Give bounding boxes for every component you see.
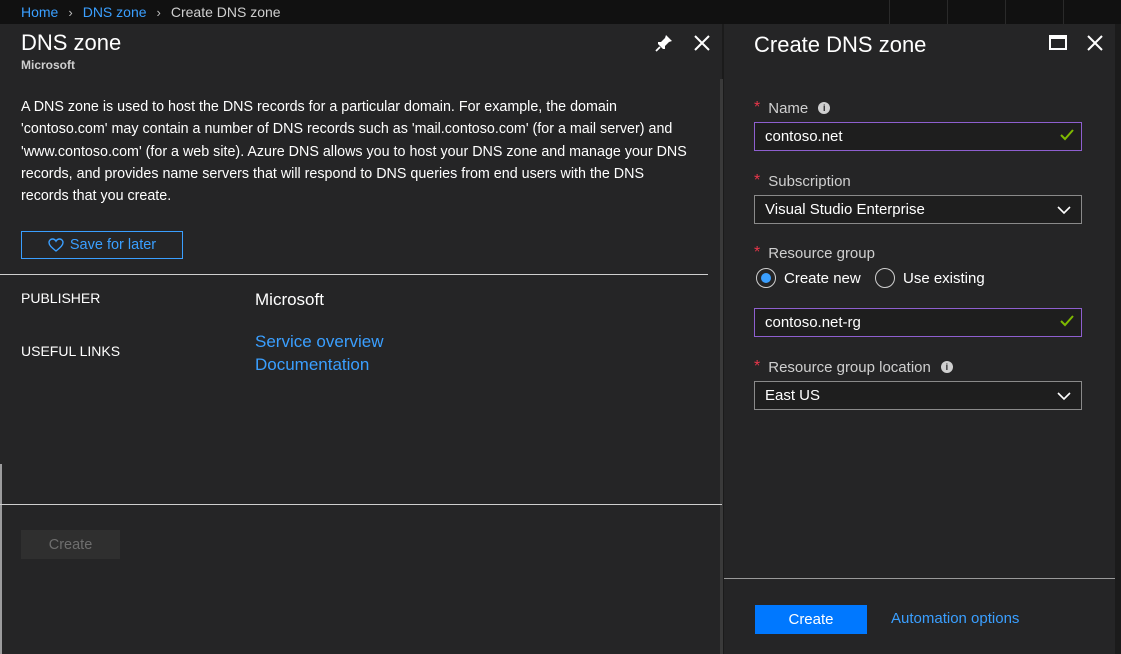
subscription-label: * Subscription [754, 172, 851, 190]
blade-scrollbar[interactable] [720, 79, 723, 654]
top-bar-slot[interactable] [1063, 0, 1121, 24]
chevron-right-icon: › [156, 4, 161, 20]
blade-scrollbar[interactable] [1115, 24, 1121, 654]
radio-button-selected[interactable] [756, 268, 776, 288]
create-button-disabled: Create [21, 530, 120, 559]
close-icon[interactable] [691, 32, 713, 54]
dns-zone-blade: DNS zone Microsoft A DNS zone is used to… [0, 24, 723, 654]
info-icon[interactable]: i [818, 102, 831, 114]
breadcrumb-dns-zone[interactable]: DNS zone [83, 4, 147, 20]
location-select[interactable]: East US [754, 381, 1082, 410]
top-bar-slot[interactable] [1005, 0, 1063, 24]
checkmark-icon [1060, 129, 1074, 141]
heart-icon [48, 238, 64, 252]
maximize-icon[interactable] [1047, 32, 1069, 54]
close-icon[interactable] [1084, 32, 1106, 54]
link-documentation[interactable]: Documentation [255, 355, 369, 375]
publisher-value: Microsoft [255, 290, 324, 309]
pin-icon[interactable] [653, 32, 675, 54]
create-dns-zone-blade: Create DNS zone * Name i contoso.net * S… [724, 24, 1121, 654]
breadcrumb-current: Create DNS zone [170, 4, 281, 20]
blade-title: DNS zone [21, 30, 122, 55]
required-marker: * [754, 99, 761, 116]
resource-group-label-text: Resource group [768, 244, 875, 262]
name-input-value: contoso.net [765, 128, 843, 145]
create-button[interactable]: Create [755, 605, 867, 634]
resource-group-input[interactable]: contoso.net-rg [754, 308, 1082, 337]
resource-group-value: contoso.net-rg [765, 314, 861, 331]
useful-links-label: USEFUL LINKS [21, 343, 121, 359]
link-service-overview[interactable]: Service overview [255, 332, 384, 352]
save-for-later-label: Save for later [69, 237, 157, 253]
breadcrumb: Home › DNS zone › Create DNS zone [0, 0, 281, 24]
blade-subtitle: Microsoft [21, 58, 75, 72]
top-bar-buttons [889, 0, 1121, 24]
location-label: * Resource group location i [754, 358, 953, 376]
resource-group-label: * Resource group [754, 244, 875, 262]
save-for-later-button[interactable]: Save for later [21, 231, 183, 259]
name-label: * Name i [754, 99, 831, 117]
subscription-label-text: Subscription [768, 172, 851, 190]
radio-create-new[interactable]: Create new [756, 268, 861, 288]
footer-divider [724, 578, 1115, 579]
chevron-right-icon: › [68, 4, 73, 20]
required-marker: * [754, 358, 761, 375]
radio-create-new-label: Create new [784, 269, 861, 287]
divider [0, 274, 708, 275]
location-label-text: Resource group location [768, 358, 931, 376]
top-bar: Home › DNS zone › Create DNS zone [0, 0, 1121, 24]
radio-use-existing[interactable]: Use existing [875, 268, 985, 288]
chevron-down-icon [1057, 206, 1071, 215]
name-label-text: Name [768, 99, 809, 117]
breadcrumb-home[interactable]: Home [21, 4, 58, 20]
footer-divider [0, 504, 722, 505]
description-text: A DNS zone is used to host the DNS recor… [21, 99, 687, 205]
top-bar-slot[interactable] [947, 0, 1005, 24]
required-marker: * [754, 172, 761, 189]
chevron-down-icon [1057, 392, 1071, 401]
top-bar-slot[interactable] [889, 0, 947, 24]
required-marker: * [754, 244, 761, 261]
radio-button[interactable] [875, 268, 895, 288]
name-input[interactable]: contoso.net [754, 122, 1082, 151]
location-value: East US [765, 387, 821, 404]
window-edge [0, 464, 2, 654]
automation-options-link[interactable]: Automation options [891, 610, 1019, 627]
info-icon[interactable]: i [940, 361, 953, 373]
subscription-select[interactable]: Visual Studio Enterprise [754, 195, 1082, 224]
checkmark-icon [1060, 315, 1074, 327]
publisher-label: PUBLISHER [21, 290, 101, 306]
subscription-value: Visual Studio Enterprise [765, 201, 925, 218]
radio-use-existing-label: Use existing [903, 269, 985, 287]
blade-title: Create DNS zone [754, 32, 927, 57]
